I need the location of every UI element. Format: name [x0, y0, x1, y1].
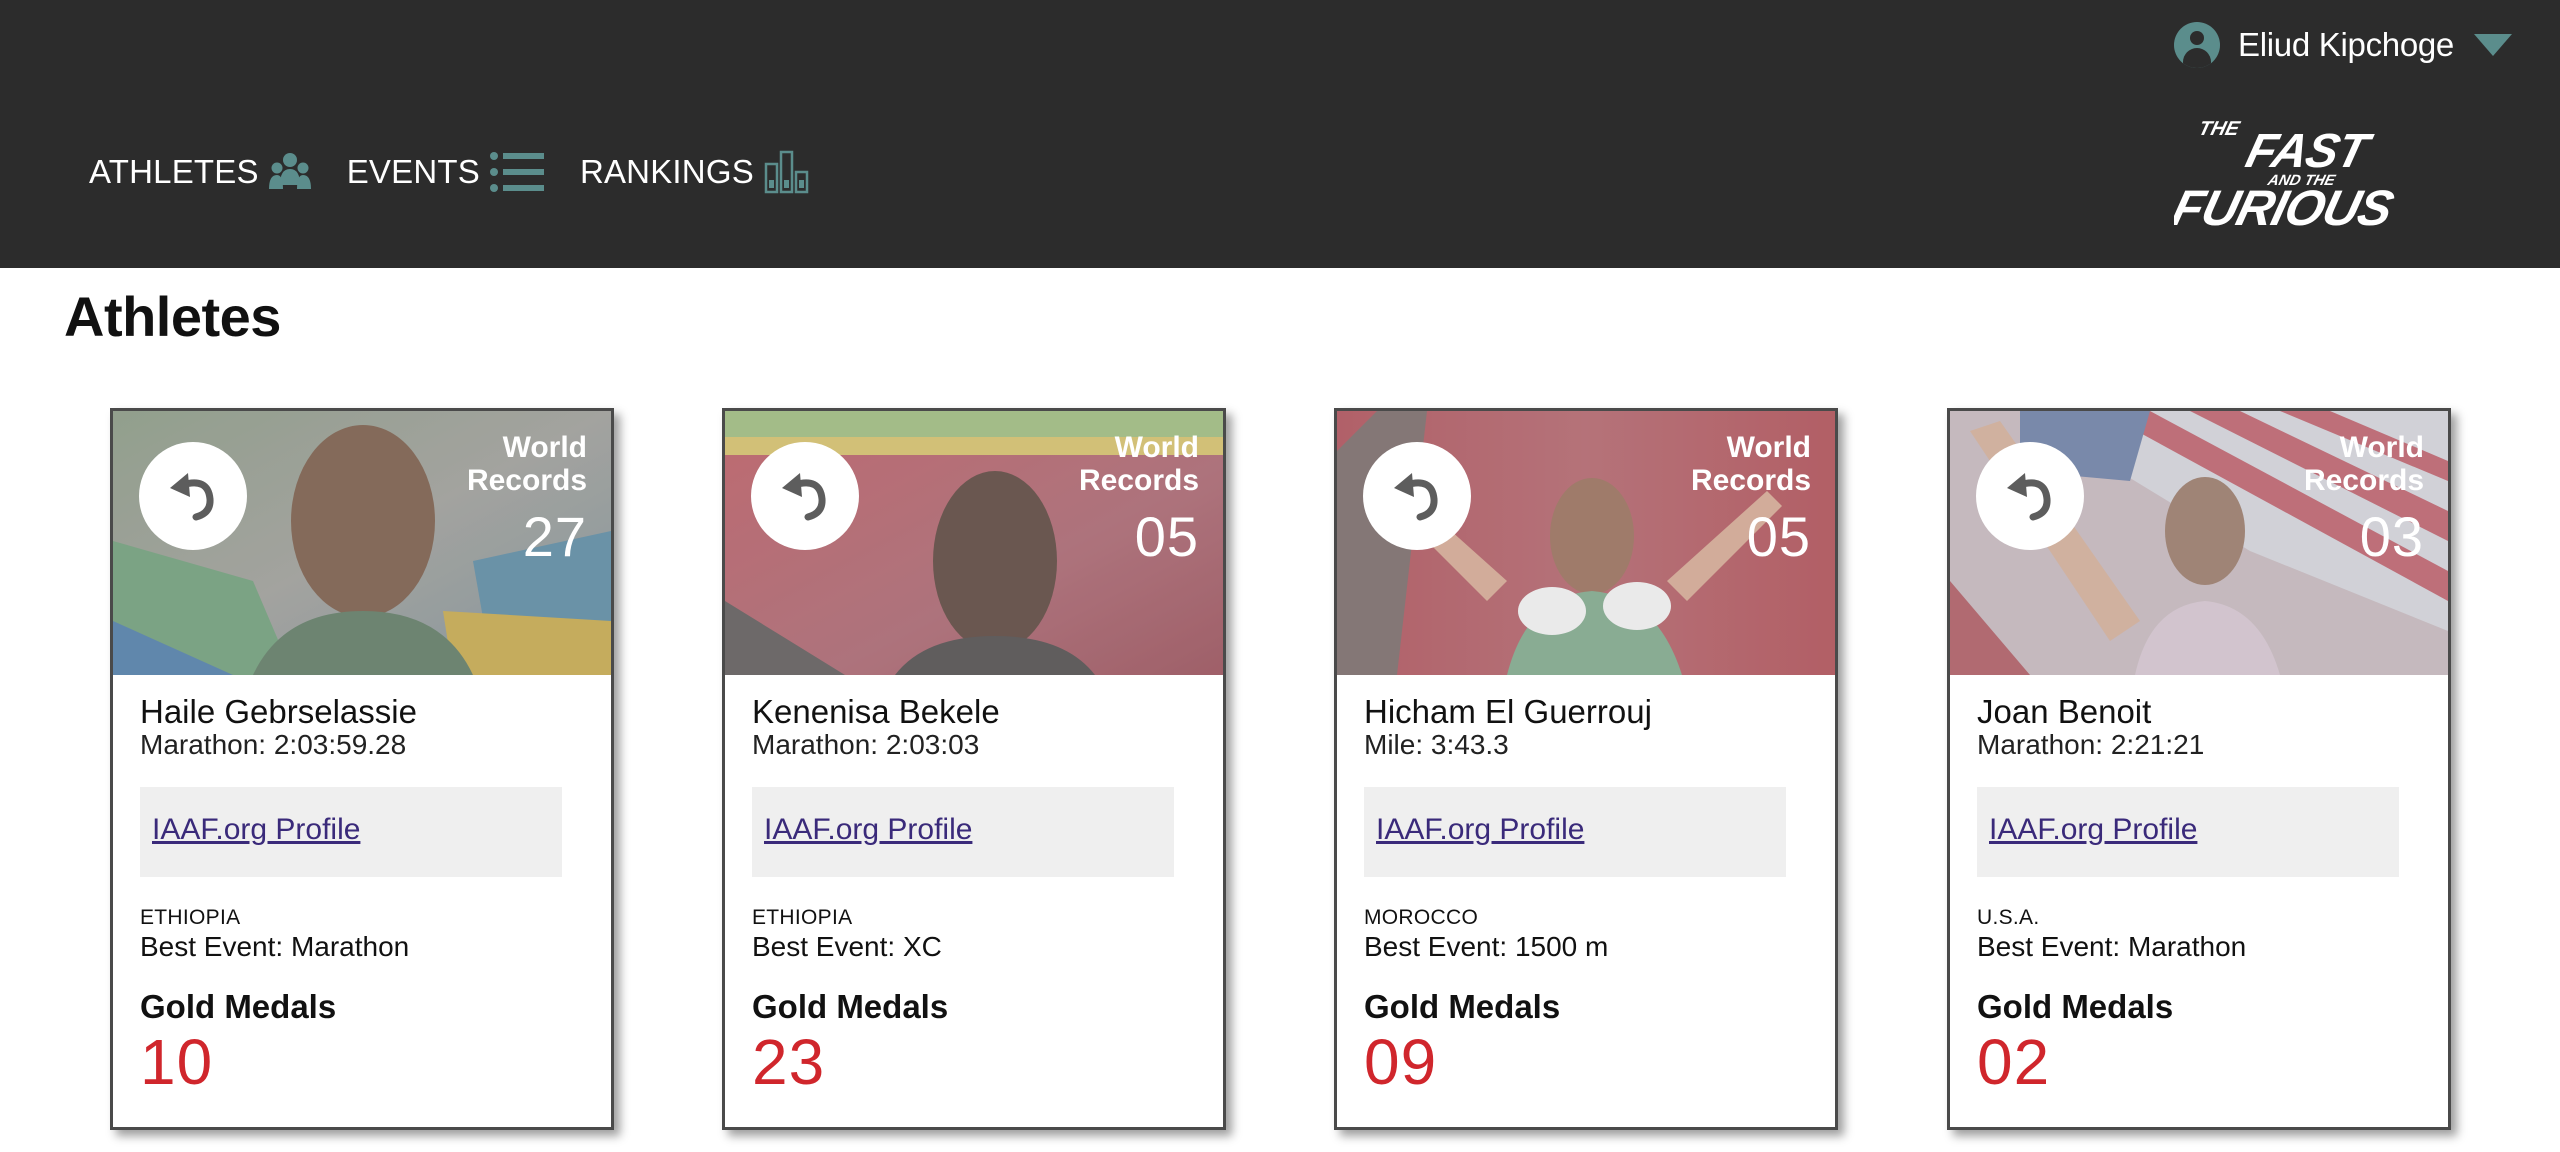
- athlete-best-event: Best Event: Marathon: [140, 931, 410, 962]
- gold-medals-label: Gold Medals: [1364, 988, 1561, 1025]
- athlete-best-event: Best Event: Marathon: [1977, 931, 2247, 962]
- gold-medals-count: 10: [140, 1026, 214, 1098]
- athlete-name: Kenenisa Bekele: [752, 693, 1000, 730]
- flip-card-button[interactable]: [751, 442, 859, 550]
- athlete-card: World Records 05 Hicham El Guerrouj Mile:…: [1334, 408, 1838, 1130]
- athlete-country: ETHIOPIA: [140, 906, 241, 929]
- page-title: Athletes: [64, 285, 281, 348]
- profile-link-box: IAAF.org Profile: [140, 787, 562, 877]
- logo-text-fast: FAST: [2241, 125, 2378, 178]
- undo-arrow-icon: [170, 473, 214, 521]
- athlete-country: MOROCCO: [1364, 906, 1479, 929]
- athlete-country: ETHIOPIA: [752, 906, 853, 929]
- athlete-card: World Records 27 Haile Gebrselassie Marat…: [110, 408, 614, 1130]
- chevron-down-icon[interactable]: [2474, 34, 2512, 56]
- undo-arrow-icon: [782, 473, 826, 521]
- nav-item-events[interactable]: EVENTS: [347, 151, 544, 193]
- athlete-personal-best: Marathon: 2:21:21: [1977, 729, 2205, 760]
- list-icon: [489, 152, 544, 192]
- world-records: World Records 05: [1079, 431, 1199, 565]
- athlete-personal-best: Marathon: 2:03:03: [752, 729, 980, 760]
- nav-label-rankings[interactable]: RANKINGS: [580, 153, 754, 191]
- iaaf-profile-link[interactable]: IAAF.org Profile: [764, 813, 972, 847]
- athlete-name: Joan Benoit: [1977, 693, 2152, 730]
- profile-link-box: IAAF.org Profile: [1364, 787, 1786, 877]
- world-records-label: World Records: [1690, 431, 1811, 497]
- world-records-label: World Records: [1078, 431, 1199, 497]
- nav-label-events[interactable]: EVENTS: [347, 153, 480, 191]
- world-records: World Records 27: [467, 431, 587, 565]
- athlete-photo: World Records 27: [113, 411, 611, 675]
- nav-item-rankings[interactable]: RANKINGS: [580, 150, 810, 194]
- athlete-personal-best: Marathon: 2:03:59.28: [140, 729, 407, 760]
- athlete-name: Haile Gebrselassie: [140, 693, 417, 730]
- iaaf-profile-link[interactable]: IAAF.org Profile: [152, 813, 360, 847]
- world-records-count: 05: [1746, 505, 1811, 568]
- gold-medals-label: Gold Medals: [140, 988, 337, 1025]
- gold-medals-count: 09: [1364, 1026, 1438, 1098]
- flip-card-button[interactable]: [139, 442, 247, 550]
- athlete-photo: World Records 05: [1337, 411, 1835, 675]
- gold-medals-count: 02: [1977, 1026, 2051, 1098]
- undo-arrow-icon: [1394, 473, 1438, 521]
- athlete-card: World Records 05 Kenenisa Bekele Marathon…: [722, 408, 1226, 1130]
- top-header: Eliud Kipchoge ATHLETES EVENTS RANKINGS …: [0, 0, 2560, 268]
- bar-chart-icon: [764, 150, 809, 194]
- gold-medals-count: 23: [752, 1026, 826, 1098]
- logo-text-the: THE: [2196, 118, 2243, 140]
- iaaf-profile-link[interactable]: IAAF.org Profile: [1989, 813, 2197, 847]
- athlete-photo: World Records 03: [1950, 411, 2448, 675]
- profile-link-box: IAAF.org Profile: [1977, 787, 2399, 877]
- user-menu[interactable]: Eliud Kipchoge: [2174, 18, 2512, 72]
- nav-item-athletes[interactable]: ATHLETES: [89, 151, 311, 193]
- main-nav: ATHLETES EVENTS RANKINGS: [89, 150, 810, 194]
- undo-arrow-icon: [2007, 473, 2051, 521]
- world-records-label: World Records: [2303, 431, 2424, 497]
- world-records-count: 05: [1134, 505, 1199, 568]
- nav-label-athletes[interactable]: ATHLETES: [89, 153, 259, 191]
- world-records-label: World Records: [466, 431, 587, 497]
- gold-medals-label: Gold Medals: [1977, 988, 2174, 1025]
- logo-text-furious: FURIOUS: [2174, 180, 2399, 229]
- gold-medals-label: Gold Medals: [752, 988, 949, 1025]
- flip-card-button[interactable]: [1976, 442, 2084, 550]
- athlete-country: U.S.A.: [1977, 906, 2040, 929]
- athlete-personal-best: Mile: 3:43.3: [1364, 729, 1509, 760]
- world-records: World Records 03: [2304, 431, 2424, 565]
- world-records: World Records 05: [1691, 431, 1811, 565]
- user-name[interactable]: Eliud Kipchoge: [2238, 26, 2454, 64]
- flip-card-button[interactable]: [1363, 442, 1471, 550]
- athletes-group-icon: [268, 153, 311, 189]
- world-records-count: 03: [2359, 505, 2424, 568]
- fast-and-furious-logo: THE FAST AND THE FURIOUS: [2174, 118, 2399, 229]
- athlete-name: Hicham El Guerrouj: [1364, 693, 1652, 730]
- athlete-card: World Records 03 Joan Benoit Marathon: 2:…: [1947, 408, 2451, 1130]
- athlete-photo: World Records 05: [725, 411, 1223, 675]
- athlete-best-event: Best Event: 1500 m: [1364, 931, 1609, 962]
- athlete-best-event: Best Event: XC: [752, 931, 942, 962]
- user-avatar-icon[interactable]: [2174, 22, 2221, 68]
- world-records-count: 27: [522, 505, 587, 568]
- iaaf-profile-link[interactable]: IAAF.org Profile: [1376, 813, 1584, 847]
- profile-link-box: IAAF.org Profile: [752, 787, 1174, 877]
